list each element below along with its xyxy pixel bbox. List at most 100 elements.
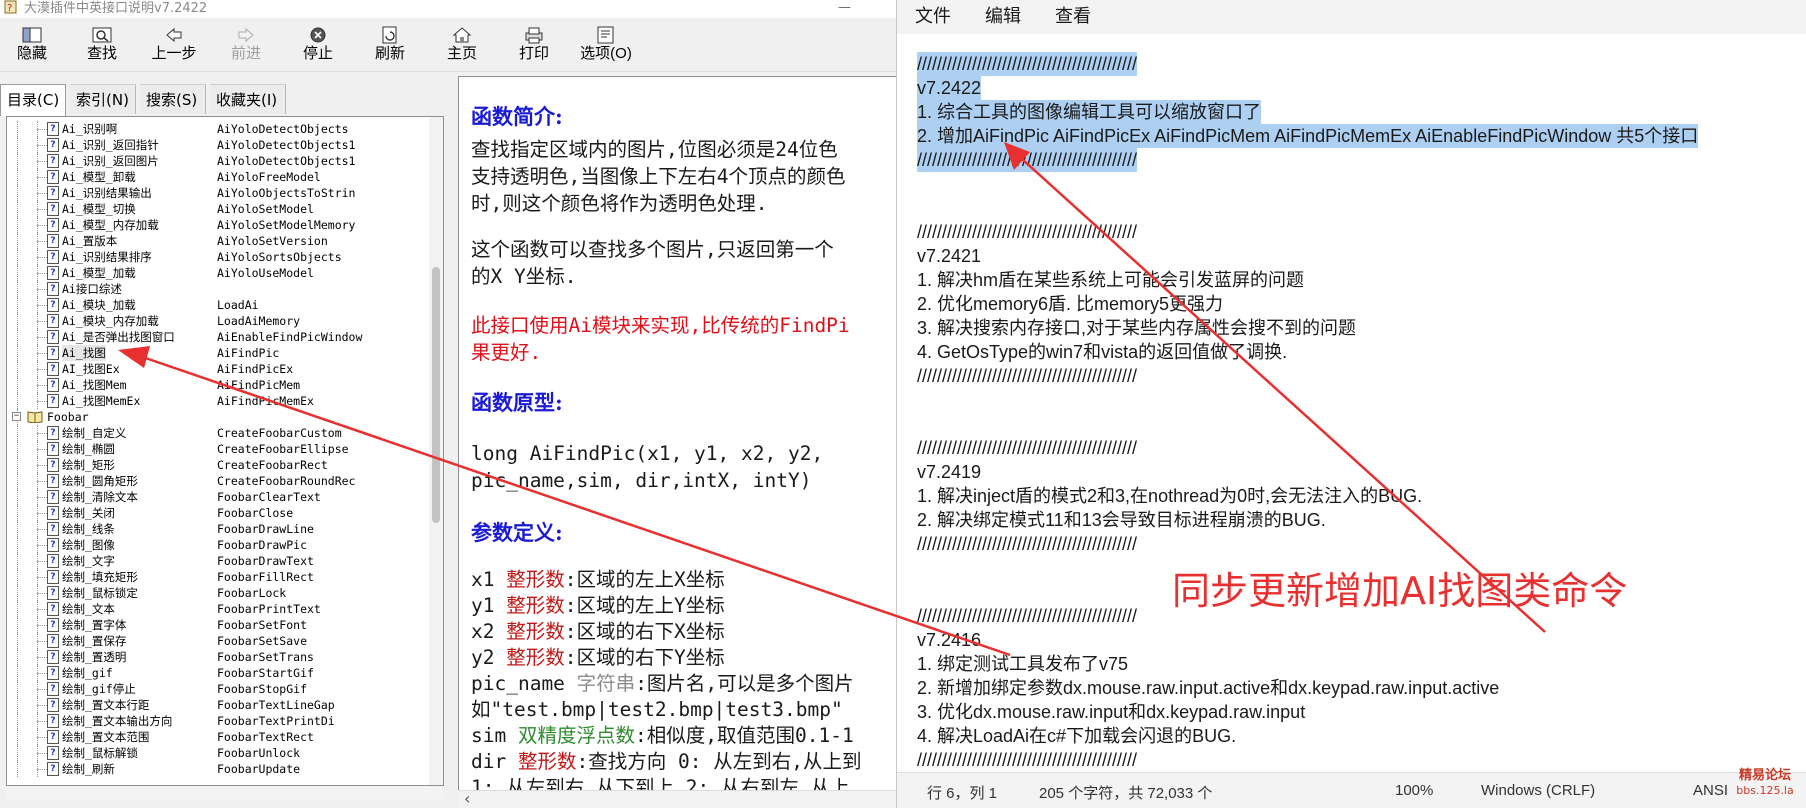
tree-item[interactable]: ? Ai_模型_内存加载 AiYoloSetModelMemory bbox=[7, 217, 443, 233]
tree-vertical-scrollbar[interactable] bbox=[429, 117, 443, 785]
tree-item[interactable]: ? 绘制_椭圆 CreateFoobarEllipse bbox=[7, 441, 443, 457]
status-zoom: 100% bbox=[1395, 782, 1434, 799]
tree-item[interactable]: ? 绘制_置保存 FoobarSetSave bbox=[7, 633, 443, 649]
tree-item[interactable]: ? 绘制_gif停止 FoobarStopGif bbox=[7, 681, 443, 697]
toolbar-button-1[interactable]: 查找 bbox=[72, 26, 132, 70]
nav-tab-0[interactable]: 目录(C) bbox=[0, 84, 66, 116]
tree-item[interactable]: ? 绘制_刷新 FoobarUpdate bbox=[7, 761, 443, 777]
tree-item-api: AiYoloObjectsToStrin bbox=[217, 186, 356, 200]
tree-item[interactable]: ? Ai_模块_加载 LoadAi bbox=[7, 297, 443, 313]
contents-tree[interactable]: ? Ai_识别啊 AiYoloDetectObjects? Ai_识别_返回指针 AiY… bbox=[6, 116, 444, 786]
toolbar-button-5[interactable]: 刷新 bbox=[360, 26, 420, 70]
help-topic-icon: ? bbox=[47, 698, 59, 712]
forward-arrow-icon bbox=[216, 26, 276, 44]
tree-item[interactable]: ? 绘制_置字体 FoobarSetFont bbox=[7, 617, 443, 633]
tree-item[interactable]: ? 绘制_图像 FoobarDrawPic bbox=[7, 537, 443, 553]
text-line: 2. 解决绑定模式11和13会导致目标进程崩溃的BUG. bbox=[917, 510, 1326, 530]
tree-item[interactable]: ? 绘制_鼠标解锁 FoobarUnlock bbox=[7, 745, 443, 761]
tree-item[interactable]: ? 绘制_关闭 FoobarClose bbox=[7, 505, 443, 521]
tree-item[interactable]: ? Ai_模型_加载 AiYoloUseModel bbox=[7, 265, 443, 281]
nav-tab-2[interactable]: 搜索(S) bbox=[140, 84, 206, 114]
menu-item-0[interactable]: 文件 bbox=[915, 2, 951, 28]
toolbar-button-7[interactable]: 打印 bbox=[504, 26, 564, 70]
tree-item[interactable]: ? Ai_找图Mem AiFindPicMem bbox=[7, 377, 443, 393]
tree-item[interactable]: ? Ai_找图 AiFindPic bbox=[7, 345, 443, 361]
find-icon bbox=[72, 26, 132, 44]
scroll-left-icon[interactable]: ‹ bbox=[464, 789, 470, 808]
toolbar-button-2[interactable]: 上一步 bbox=[144, 26, 204, 70]
tree-item[interactable]: ? 绘制_置文本行距 FoobarTextLineGap bbox=[7, 697, 443, 713]
tree-scroll-thumb[interactable] bbox=[432, 267, 440, 523]
tree-item[interactable]: ? Ai_找图MemEx AiFindPicMemEx bbox=[7, 393, 443, 409]
text-line: 1. 绑定测试工具发布了v75 bbox=[917, 654, 1129, 674]
menu-item-1[interactable]: 编辑 bbox=[985, 2, 1021, 28]
text-line: v7.2416 bbox=[917, 630, 982, 650]
help-topic-icon: ? bbox=[47, 506, 59, 520]
tree-item[interactable]: ? 绘制_矩形 CreateFoobarRect bbox=[7, 457, 443, 473]
toolbar-button-label: 上一步 bbox=[151, 45, 197, 62]
tree-item[interactable]: ? Ai_模型_切换 AiYoloSetModel bbox=[7, 201, 443, 217]
tree-item[interactable]: ? Ai_识别_返回指针 AiYoloDetectObjects1 bbox=[7, 137, 443, 153]
tree-item[interactable]: ? 绘制_文字 FoobarDrawText bbox=[7, 553, 443, 569]
tree-item[interactable]: ? Ai_模块_内存加载 LoadAiMemory bbox=[7, 313, 443, 329]
tree-item-name: 绘制_线条 bbox=[62, 522, 115, 536]
tree-item[interactable]: ? Ai_置版本 AiYoloSetVersion bbox=[7, 233, 443, 249]
tree-guide-line bbox=[37, 193, 47, 194]
tree-guide-line bbox=[17, 537, 18, 553]
tree-item[interactable]: ? 绘制_线条 FoobarDrawLine bbox=[7, 521, 443, 537]
tree-item[interactable]: ? Ai接口综述 bbox=[7, 281, 443, 297]
help-topic-icon: ? bbox=[47, 618, 59, 632]
tree-item[interactable]: ? Ai_识别结果排序 AiYoloSortsObjects bbox=[7, 249, 443, 265]
tree-item[interactable]: ? Ai_识别啊 AiYoloDetectObjects bbox=[7, 121, 443, 137]
tree-item[interactable]: ? Ai_是否弹出找图窗口 AiEnableFindPicWindow bbox=[7, 329, 443, 345]
param-type: 整形数 bbox=[506, 620, 565, 643]
tree-item[interactable]: ? 绘制_文本 FoobarPrintText bbox=[7, 601, 443, 617]
help-topic-icon: ? bbox=[47, 458, 59, 472]
nav-tab-1[interactable]: 索引(N) bbox=[70, 84, 136, 114]
tree-item[interactable]: − Foobar bbox=[7, 409, 443, 425]
tree-item[interactable]: ? Ai_识别结果输出 AiYoloObjectsToStrin bbox=[7, 185, 443, 201]
tree-item-name: Ai_识别结果输出 bbox=[62, 186, 152, 200]
notepad-editor[interactable]: ////////////////////////////////////////… bbox=[897, 38, 1806, 770]
menu-item-2[interactable]: 查看 bbox=[1055, 2, 1091, 28]
tree-item[interactable]: ? 绘制_gif FoobarStartGif bbox=[7, 665, 443, 681]
tree-item-api: FoobarDrawLine bbox=[217, 522, 314, 536]
tree-item-name: 绘制_置字体 bbox=[62, 618, 127, 632]
toolbar-button-0[interactable]: 隐藏 bbox=[2, 26, 62, 70]
toolbar-button-3[interactable]: 前进 bbox=[216, 26, 276, 70]
nav-tab-3[interactable]: 收藏夹(I) bbox=[210, 84, 286, 114]
content-horizontal-scrollbar[interactable]: ‹ bbox=[458, 789, 896, 808]
tree-item[interactable]: ? Ai_模型_卸载 AiYoloFreeModel bbox=[7, 169, 443, 185]
tree-item[interactable]: ? 绘制_置文本范围 FoobarTextRect bbox=[7, 729, 443, 745]
watermark-line2: bbs.125.la bbox=[1736, 784, 1794, 797]
tree-item[interactable]: ? 绘制_填充矩形 FoobarFillRect bbox=[7, 569, 443, 585]
tree-item[interactable]: ? Ai_识别_返回图片 AiYoloDetectObjects1 bbox=[7, 153, 443, 169]
toolbar-button-8[interactable]: 选项(O) bbox=[576, 26, 636, 70]
tree-item[interactable]: ? 绘制_圆角矩形 CreateFoobarRoundRec bbox=[7, 473, 443, 489]
tree-item[interactable]: ? AI_找图Ex AiFindPicEx bbox=[7, 361, 443, 377]
tree-guide-line bbox=[37, 449, 47, 450]
toolbar-button-4[interactable]: 停止 bbox=[288, 26, 348, 70]
tree-item[interactable]: ? 绘制_清除文本 FoobarClearText bbox=[7, 489, 443, 505]
home-icon bbox=[432, 26, 492, 44]
minimize-icon[interactable]: — bbox=[838, 0, 851, 16]
tree-item[interactable]: ? 绘制_自定义 CreateFoobarCustom bbox=[7, 425, 443, 441]
tree-guide-line bbox=[37, 657, 47, 658]
tree-item-name: 绘制_图像 bbox=[62, 538, 115, 552]
param-name: dir bbox=[471, 750, 507, 773]
tree-guide-line bbox=[17, 121, 18, 137]
tree-item[interactable]: ? 绘制_鼠标锁定 FoobarLock bbox=[7, 585, 443, 601]
toolbar-button-6[interactable]: 主页 bbox=[432, 26, 492, 70]
collapse-icon[interactable]: − bbox=[12, 412, 21, 421]
help-topic-icon: ? bbox=[47, 202, 59, 216]
param-line: x1 整形数:区域的左上X坐标 bbox=[471, 567, 725, 593]
help-topic-icon: ? bbox=[47, 282, 59, 296]
tree-horizontal-scrollbar[interactable] bbox=[6, 786, 444, 800]
tree-guide-line bbox=[37, 529, 47, 530]
tree-guide-line bbox=[17, 745, 18, 761]
tree-guide-line bbox=[17, 233, 18, 249]
tree-item[interactable]: ? 绘制_置透明 FoobarSetTrans bbox=[7, 649, 443, 665]
tree-item[interactable]: ? 绘制_置文本输出方向 FoobarTextPrintDi bbox=[7, 713, 443, 729]
tree-item-api: AiFindPicEx bbox=[217, 362, 294, 376]
tree-item-name: Ai_是否弹出找图窗口 bbox=[62, 330, 175, 344]
